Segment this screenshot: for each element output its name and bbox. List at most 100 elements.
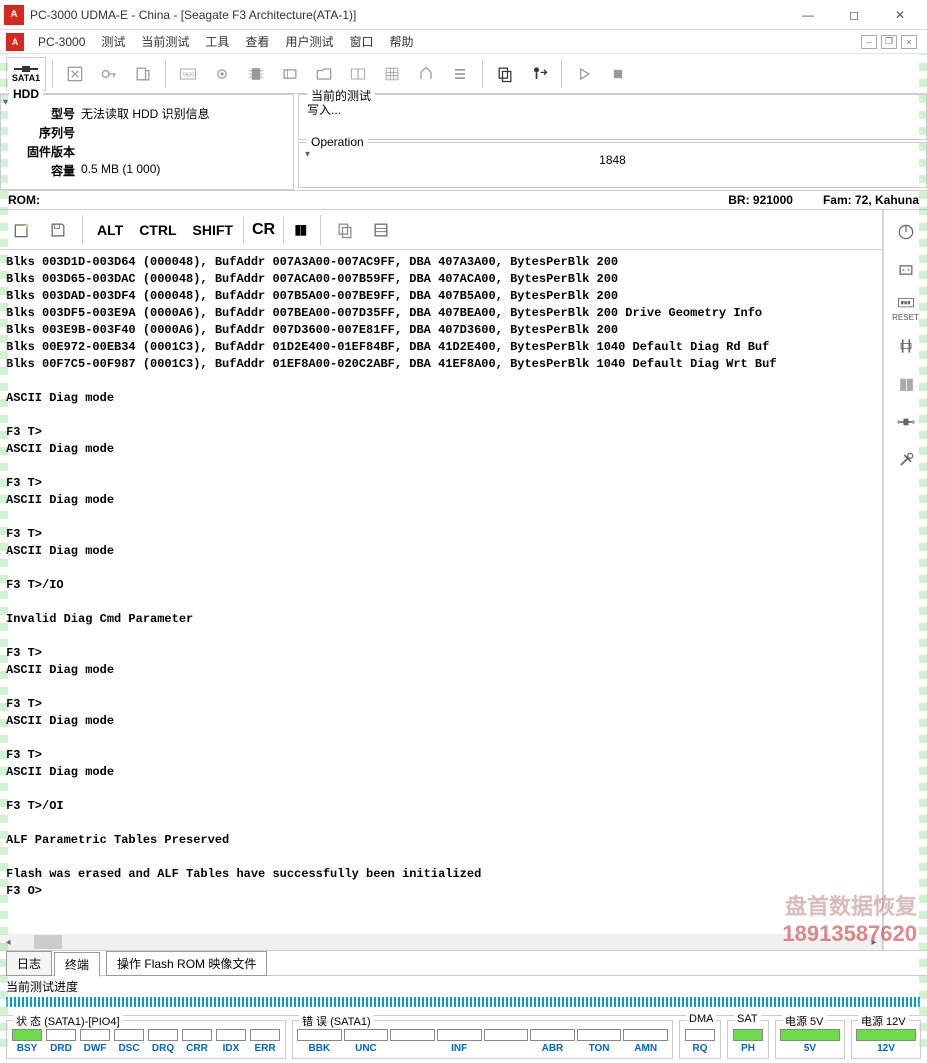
status-led: DRQ	[147, 1029, 179, 1054]
tool-btn-copy-icon[interactable]	[489, 58, 521, 90]
term-tool-disk-icon[interactable]	[365, 216, 397, 244]
menu-test[interactable]: 测试	[93, 30, 133, 53]
status-led: BBK	[297, 1029, 342, 1054]
rtool-jumper-icon[interactable]	[892, 332, 920, 360]
tab-terminal[interactable]: 终端	[54, 952, 100, 977]
led-indicator	[46, 1029, 76, 1041]
status-led: INF	[437, 1029, 482, 1054]
led-label: DWF	[84, 1043, 107, 1054]
cr-button[interactable]: CR	[243, 217, 284, 243]
menu-window[interactable]: 窗口	[341, 30, 381, 53]
toolbar-separator	[482, 60, 483, 88]
hdd-panel-label: HDD	[9, 87, 43, 101]
led-indicator	[856, 1029, 916, 1041]
tool-btn-grid-icon[interactable]	[376, 58, 408, 90]
status-group-dma: DMA RQ	[679, 1020, 721, 1059]
minimize-button[interactable]: —	[785, 0, 831, 30]
led-indicator	[344, 1029, 389, 1041]
led-indicator	[577, 1029, 622, 1041]
mdi-minimize-button[interactable]: –	[861, 35, 877, 49]
menu-app[interactable]: PC-3000	[30, 32, 93, 52]
hdd-serial-value	[81, 124, 283, 141]
current-test-label: 当前的测试	[307, 87, 375, 104]
sat-group-label: SAT	[734, 1013, 761, 1025]
rtool-power-icon[interactable]	[892, 218, 920, 246]
led-indicator	[182, 1029, 212, 1041]
led-label: INF	[451, 1043, 467, 1054]
tool-btn-stop-icon[interactable]	[602, 58, 634, 90]
hdd-fw-label: 固件版本	[21, 143, 81, 160]
tool-btn-7-icon[interactable]	[274, 58, 306, 90]
rtool-reset-button[interactable]: RESET	[892, 294, 920, 322]
led-indicator	[148, 1029, 178, 1041]
err-group-label: 错 误 (SATA1)	[299, 1013, 374, 1029]
rtool-tools-icon[interactable]	[892, 446, 920, 474]
tool-btn-key-icon[interactable]	[93, 58, 125, 90]
terminal-output[interactable]: Blks 003D1D-003D64 (000048), BufAddr 007…	[0, 250, 882, 934]
rom-status-line: ROM: BR: 921000 Fam: 72, Kahuna	[0, 191, 927, 210]
status-led: RQ	[684, 1029, 716, 1054]
scroll-thumb[interactable]	[34, 935, 62, 949]
term-tool-new-icon[interactable]: ✦	[6, 216, 38, 244]
scroll-right-icon[interactable]: ▸	[866, 937, 882, 948]
menu-help[interactable]: 帮助	[381, 30, 421, 53]
led-indicator	[484, 1029, 529, 1041]
tool-btn-chip-icon[interactable]	[240, 58, 272, 90]
led-indicator	[530, 1029, 575, 1041]
rtool-board-icon[interactable]	[892, 256, 920, 284]
led-label: BSY	[17, 1043, 38, 1054]
led-indicator	[250, 1029, 280, 1041]
led-label: TON	[589, 1043, 610, 1054]
right-tool-palette: RESET ▮▮	[883, 210, 927, 950]
led-indicator	[623, 1029, 668, 1041]
sata-port-button[interactable]: SATA1	[6, 57, 46, 91]
menu-view[interactable]: 查看	[237, 30, 277, 53]
menu-tools[interactable]: 工具	[197, 30, 237, 53]
led-indicator	[80, 1029, 110, 1041]
alt-key-button[interactable]: ALT	[91, 218, 129, 242]
led-indicator	[297, 1029, 342, 1041]
collapse-icon[interactable]: ▾	[3, 97, 8, 108]
tool-btn-11-icon[interactable]	[410, 58, 442, 90]
status-led: TON	[577, 1029, 622, 1054]
tool-btn-9-icon[interactable]	[342, 58, 374, 90]
status-group-12v: 电源 12V 12V	[851, 1020, 921, 1059]
menu-user-test[interactable]: 用户测试	[277, 30, 341, 53]
menu-current-test[interactable]: 当前测试	[133, 30, 197, 53]
pause-button[interactable]: ▮▮	[288, 217, 311, 242]
tool-btn-counter-icon[interactable]: 9600	[172, 58, 204, 90]
rtool-socket-icon[interactable]	[892, 408, 920, 436]
tool-btn-folder-icon[interactable]	[308, 58, 340, 90]
tool-btn-gear-icon[interactable]	[206, 58, 238, 90]
svg-text:9600: 9600	[183, 72, 194, 78]
shift-key-button[interactable]: SHIFT	[187, 218, 239, 242]
hdd-model-label: 型号	[21, 105, 81, 122]
term-tool-save-icon[interactable]	[42, 216, 74, 244]
dma-group-label: DMA	[686, 1013, 716, 1025]
tool-btn-3-icon[interactable]	[127, 58, 159, 90]
status-led: DWF	[79, 1029, 111, 1054]
scroll-left-icon[interactable]: ◂	[0, 937, 16, 948]
tab-log[interactable]: 日志	[6, 951, 52, 976]
mdi-close-button[interactable]: ×	[901, 35, 917, 49]
led-label: CRR	[186, 1043, 208, 1054]
tool-btn-list-icon[interactable]	[444, 58, 476, 90]
toolbar-separator	[561, 60, 562, 88]
status-group-state: 状 态 (SATA1)-[PIO4] BSYDRDDWFDSCDRQCRRIDX…	[6, 1020, 286, 1059]
maximize-button[interactable]: ◻	[831, 0, 877, 30]
horizontal-scrollbar[interactable]: ◂ ▸	[0, 934, 882, 950]
status-led: DSC	[113, 1029, 145, 1054]
led-label: AMN	[634, 1043, 657, 1054]
status-group-5v: 电源 5V 5V	[775, 1020, 845, 1059]
tool-btn-1-icon[interactable]	[59, 58, 91, 90]
term-tool-copy-icon[interactable]	[329, 216, 361, 244]
close-button[interactable]: ✕	[877, 0, 923, 30]
tool-btn-play-icon[interactable]	[568, 58, 600, 90]
mdi-restore-button[interactable]: ❐	[881, 35, 897, 49]
dropdown-icon[interactable]: ▾	[305, 149, 310, 160]
toolbar-separator	[52, 60, 53, 88]
tab-flash-rom[interactable]: 操作 Flash ROM 映像文件	[106, 951, 267, 976]
tool-btn-exit-icon[interactable]	[523, 58, 555, 90]
rtool-pause-icon[interactable]: ▮▮	[892, 370, 920, 398]
ctrl-key-button[interactable]: CTRL	[133, 218, 182, 242]
